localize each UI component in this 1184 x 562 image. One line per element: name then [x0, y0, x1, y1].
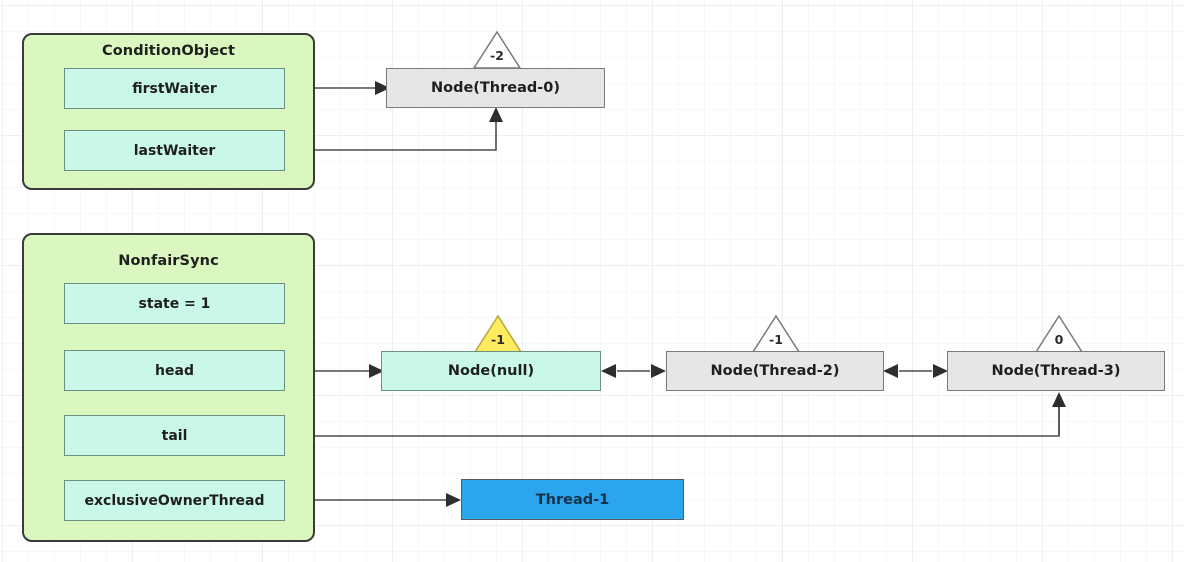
connector-node-thread-2-to-node-thread-3 [883, 364, 948, 378]
thread-1-label: Thread-1 [535, 491, 610, 508]
connector-node-null-to-node-thread-2 [601, 364, 666, 378]
wait-status-triangle-node-thread-3: 0 [1034, 314, 1084, 354]
field-last-waiter[interactable]: lastWaiter [64, 130, 285, 171]
node-thread-2[interactable]: Node(Thread-2) [666, 351, 884, 391]
connector-last-waiter-to-node-thread-0 [285, 107, 503, 151]
field-exclusive-owner-thread[interactable]: exclusiveOwnerThread [64, 480, 285, 521]
field-first-waiter-label: firstWaiter [132, 80, 217, 97]
wait-status-triangle-node-thread-2: -1 [751, 314, 801, 354]
node-thread-0-label: Node(Thread-0) [430, 80, 561, 96]
thread-1-box[interactable]: Thread-1 [461, 479, 684, 520]
field-tail[interactable]: tail [64, 415, 285, 456]
triangle-shape-icon [472, 30, 522, 69]
node-thread-3[interactable]: Node(Thread-3) [947, 351, 1165, 391]
field-exclusive-owner-thread-label: exclusiveOwnerThread [84, 492, 265, 509]
field-state-label: state = 1 [138, 295, 211, 312]
node-null-label: Node(null) [447, 363, 535, 379]
field-tail-label: tail [161, 427, 188, 444]
field-head[interactable]: head [64, 350, 285, 391]
triangle-shape-icon [751, 314, 801, 353]
field-head-label: head [155, 362, 194, 379]
nonfair-sync-title: NonfairSync [118, 253, 219, 269]
triangle-shape-icon [1034, 314, 1084, 353]
diagram-canvas: ConditionObject firstWaiter lastWaiter N… [0, 0, 1184, 562]
field-state[interactable]: state = 1 [64, 283, 285, 324]
wait-status-triangle-node-thread-0: -2 [472, 30, 522, 70]
node-thread-0[interactable]: Node(Thread-0) [386, 68, 605, 108]
connector-node-thread-3-to-tail [288, 392, 1066, 443]
wait-status-triangle-node-null: -1 [473, 314, 523, 354]
node-thread-2-label: Node(Thread-2) [710, 363, 840, 379]
field-first-waiter[interactable]: firstWaiter [64, 68, 285, 109]
triangle-shape-icon [473, 314, 523, 353]
field-last-waiter-label: lastWaiter [133, 142, 216, 159]
condition-object-title: ConditionObject [102, 43, 235, 59]
node-thread-3-label: Node(Thread-3) [991, 363, 1121, 379]
node-null[interactable]: Node(null) [381, 351, 601, 391]
